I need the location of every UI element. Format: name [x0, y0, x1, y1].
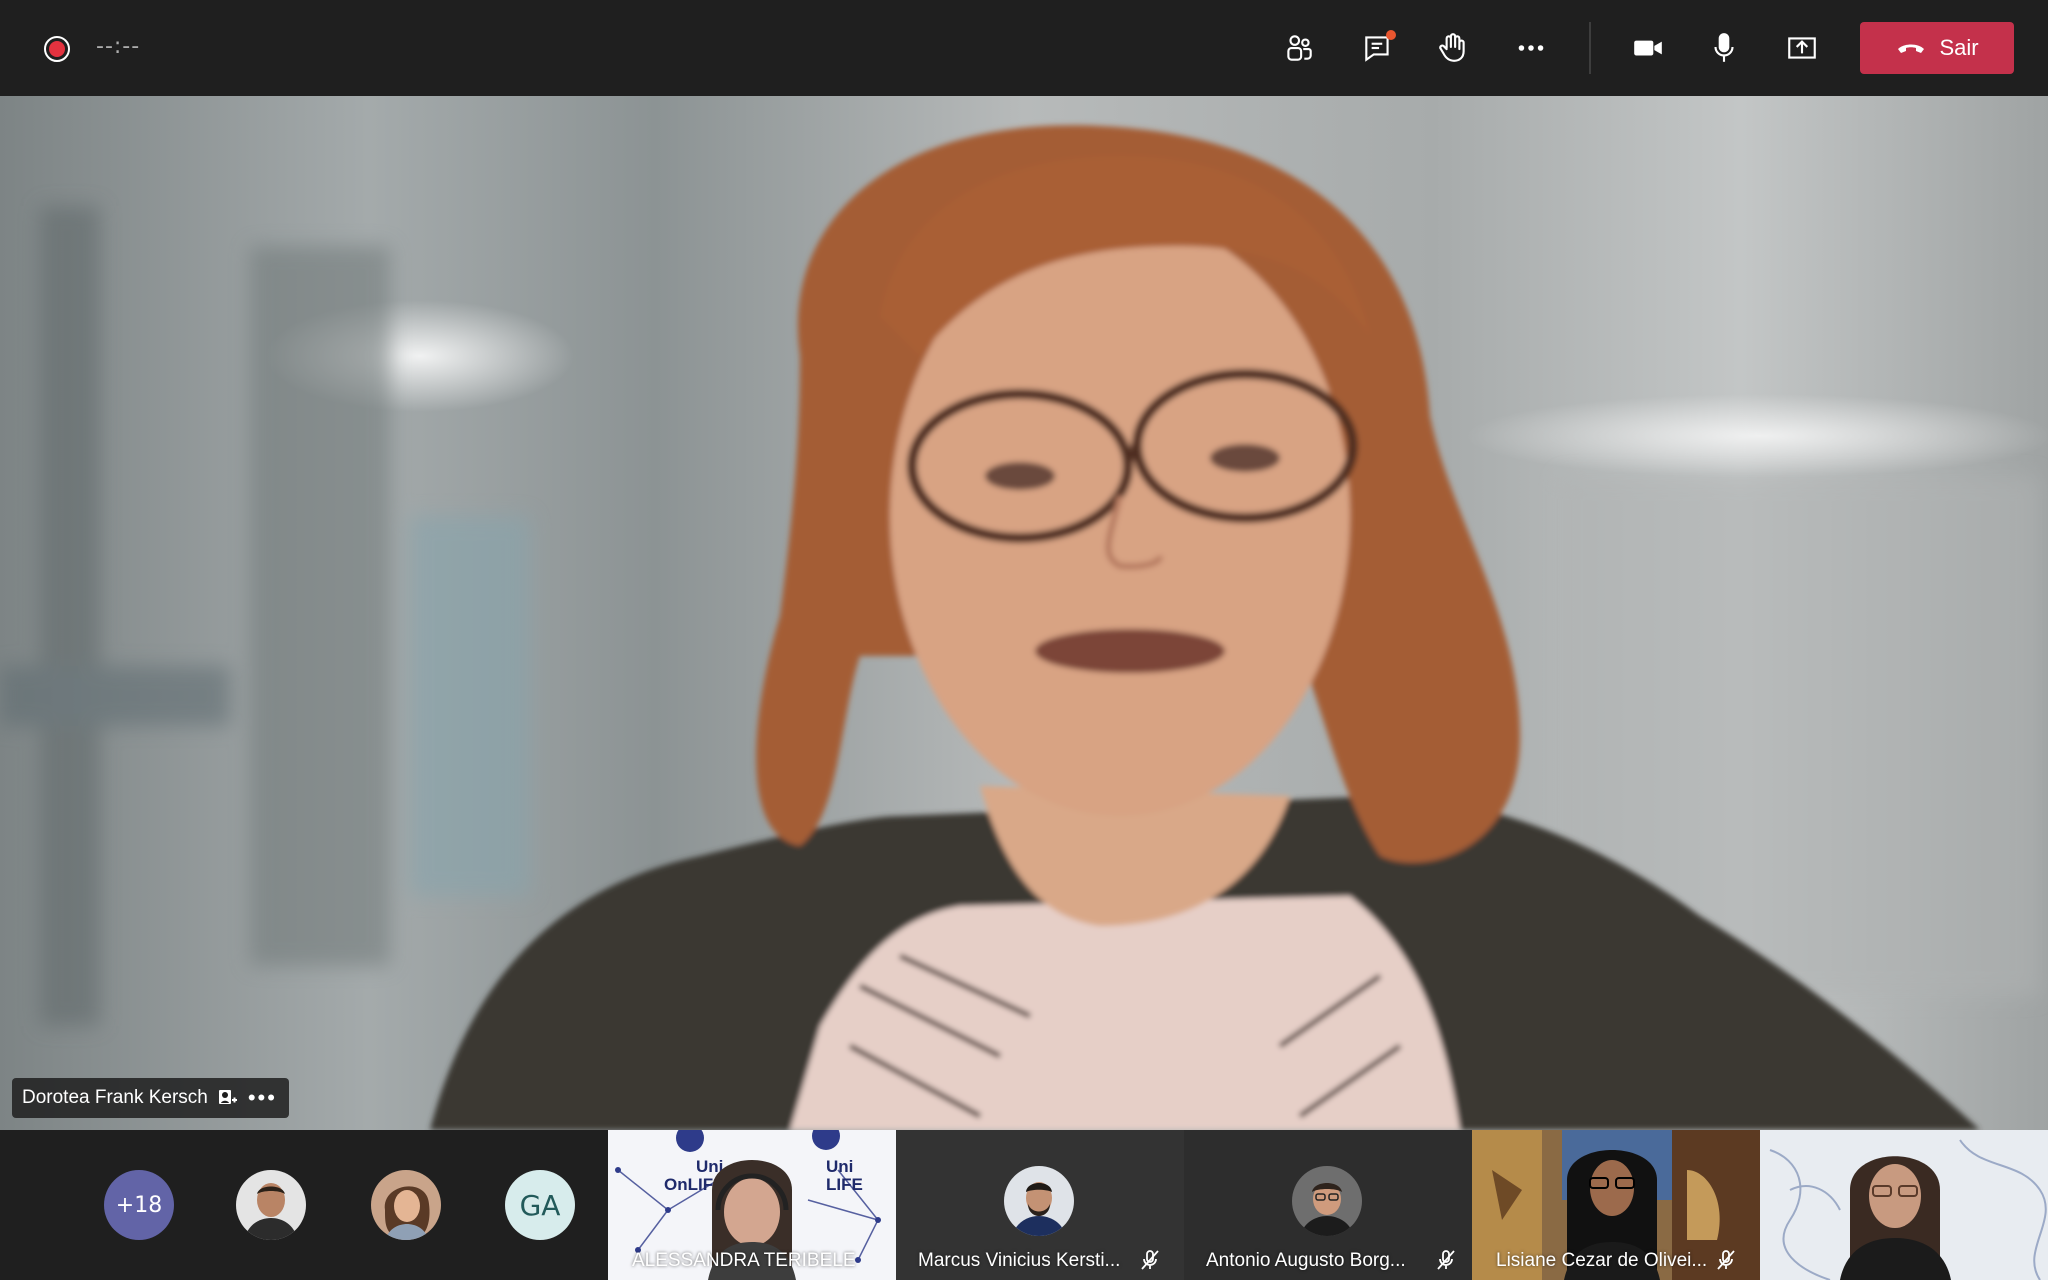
participant-strip: +18 GA Uni OnLIF Uni LIFE ALESSANDRA TER…: [0, 1130, 2048, 1280]
avatar[interactable]: [371, 1170, 441, 1240]
participant-video: [1760, 1130, 2048, 1280]
poster-text: LIFE: [826, 1175, 863, 1194]
mic-muted-icon: [1141, 1250, 1159, 1270]
participant-avatar-photo: [1004, 1166, 1074, 1236]
more-participants-button[interactable]: +18: [104, 1170, 174, 1240]
poster-text: OnLIF: [664, 1175, 713, 1194]
mic-muted-icon: [1437, 1250, 1455, 1270]
share-icon: [1788, 37, 1816, 59]
poster-text: Uni: [826, 1157, 853, 1176]
leave-meeting-button[interactable]: Sair: [1860, 22, 2014, 74]
chat-notification-badge: [1386, 30, 1396, 40]
participant-name: ALESSANDRA TERIBELE: [632, 1250, 856, 1271]
raise-hand-icon: [1439, 33, 1465, 62]
participant-tile[interactable]: Uni OnLIF Uni LIFE ALESSANDRA TERIBELE: [608, 1130, 896, 1280]
participant-avatar-photo: [371, 1170, 441, 1240]
meeting-toolbar: --:-- Sair: [0, 0, 2048, 96]
raise-hand-button[interactable]: [1427, 22, 1479, 74]
speaker-name: Dorotea Frank Kersch: [22, 1087, 208, 1108]
mic-icon: [1714, 33, 1734, 62]
participant-name: Marcus Vinicius Kersti...: [918, 1250, 1121, 1271]
avatar: [1004, 1166, 1074, 1236]
speaker-name-tag: Dorotea Frank Kersch •••: [12, 1078, 289, 1118]
participant-tile[interactable]: Lisiane Cezar de Olivei...: [1472, 1130, 1760, 1280]
participant-more-icon[interactable]: •••: [248, 1087, 277, 1109]
main-speaker-video: Dorotea Frank Kersch •••: [0, 96, 2048, 1130]
participant-name: Lisiane Cezar de Olivei...: [1496, 1250, 1708, 1271]
microphone-button[interactable]: [1698, 22, 1750, 74]
camera-button[interactable]: [1622, 22, 1674, 74]
share-screen-button[interactable]: [1776, 22, 1828, 74]
avatar[interactable]: [236, 1170, 306, 1240]
participant-avatar-photo: [236, 1170, 306, 1240]
phone-hangup-icon: [1898, 44, 1925, 53]
leave-label: Sair: [1939, 35, 1979, 60]
meeting-timer: --:--: [96, 34, 141, 59]
participant-tile[interactable]: Marcus Vinicius Kersti...: [896, 1130, 1184, 1280]
participant-name: Antonio Augusto Borg...: [1206, 1250, 1406, 1271]
participant-avatar-photo: [1292, 1166, 1362, 1236]
participants-icon: [1287, 35, 1312, 61]
toolbar-divider: [1589, 22, 1591, 74]
avatar-initials[interactable]: GA: [505, 1170, 575, 1240]
speaker-video-frame: [0, 125, 2040, 1130]
participant-tile[interactable]: Antonio Augusto Borg...: [1184, 1130, 1472, 1280]
camera-icon: [1634, 40, 1662, 56]
chat-button[interactable]: [1352, 22, 1404, 74]
record-indicator-icon: [44, 36, 70, 62]
avatar: [1292, 1166, 1362, 1236]
more-icon: [1518, 45, 1544, 51]
more-options-button[interactable]: [1505, 22, 1557, 74]
participant-tile[interactable]: [1760, 1130, 2048, 1280]
mic-muted-icon: [1717, 1250, 1735, 1270]
pin-participant-icon[interactable]: [218, 1088, 238, 1108]
participants-button[interactable]: [1273, 22, 1325, 74]
